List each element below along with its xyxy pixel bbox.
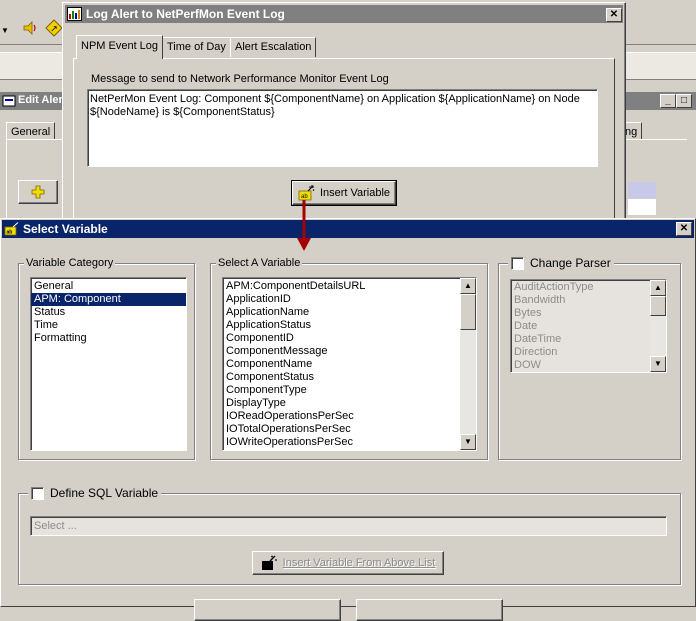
parser-item[interactable]: Bandwidth [511, 294, 648, 307]
sql-select-field[interactable]: Select ... [30, 516, 667, 536]
edit-alert-title: Edit Aler [18, 94, 63, 106]
parser-item[interactable]: DOW [511, 359, 648, 372]
variable-item[interactable]: ApplicationID [223, 293, 458, 306]
bg-selected-row [628, 182, 656, 198]
variable-list-items: APM:ComponentDetailsURL ApplicationID Appl… [223, 280, 458, 449]
variable-item[interactable]: ComponentName [223, 358, 458, 371]
parser-list-items: AuditActionType Bandwidth Bytes Date DateTim… [511, 281, 648, 372]
red-arrow-annotation [297, 200, 311, 251]
tab-alert-escalation-label: Alert Escalation [235, 41, 312, 53]
add-button[interactable] [18, 180, 58, 204]
change-parser-checkbox[interactable] [511, 256, 524, 270]
category-item[interactable]: Status [31, 306, 186, 319]
minimize-button[interactable]: _ [660, 94, 676, 108]
maximize-button[interactable]: □ [676, 94, 692, 108]
speaker-icon[interactable] [22, 20, 38, 36]
define-sql-label: Define SQL Variable [50, 486, 159, 500]
category-item[interactable]: General [31, 280, 186, 293]
variable-list[interactable]: APM:ComponentDetailsURL ApplicationID Appl… [222, 277, 477, 451]
netperfmon-app-icon [67, 7, 82, 21]
define-sql-checkbox-row[interactable]: Define SQL Variable [28, 486, 162, 500]
sql-select-placeholder: Select ... [34, 520, 77, 532]
variable-item[interactable]: IOTotalOperationsPerSec [223, 423, 458, 436]
log-alert-title: Log Alert to NetPerfMon Event Log [86, 7, 285, 21]
bg-tab-general-label: General [11, 126, 51, 138]
select-variable-close-button[interactable]: ✕ [676, 222, 692, 236]
select-variable-dialog: ab Select Variable ✕ Variable Category G… [0, 218, 696, 621]
category-item[interactable]: Time [31, 319, 186, 332]
select-variable-titlebar: ab Select Variable ✕ [2, 220, 694, 238]
insert-variable-from-list-icon [261, 555, 277, 570]
variable-item[interactable]: APM:ComponentDetailsURL [223, 280, 458, 293]
select-a-variable-label: Select A Variable [216, 257, 303, 269]
variable-item[interactable]: IOReadOperationsPerSec [223, 410, 458, 423]
select-variable-title: Select Variable [23, 222, 108, 236]
parser-item[interactable]: Direction [511, 346, 648, 359]
variable-list-scrollbar[interactable]: ▲ ▼ [460, 278, 476, 450]
scroll-up-arrow-icon[interactable]: ▲ [460, 278, 476, 294]
warning-diamond-icon[interactable]: ↗ [45, 19, 63, 37]
variable-item[interactable]: ComponentID [223, 332, 458, 345]
variable-category-label: Variable Category [24, 257, 116, 269]
parser-item[interactable]: AuditActionType [511, 281, 648, 294]
select-a-variable-group: Select A Variable APM:ComponentDetailsUR… [210, 257, 488, 460]
tab-npm-event-log-label: NPM Event Log [81, 40, 159, 52]
category-item[interactable]: APM: Component [31, 293, 186, 306]
variable-item[interactable]: DisplayType [223, 397, 458, 410]
tab-npm-event-log[interactable]: NPM Event Log [76, 35, 164, 59]
variable-item[interactable]: ApplicationName [223, 306, 458, 319]
category-item[interactable]: Formatting [31, 332, 186, 345]
change-parser-group: Change Parser AuditActionType Bandwidth By… [498, 256, 681, 460]
define-sql-checkbox[interactable] [31, 486, 44, 500]
change-parser-checkbox-row[interactable]: Change Parser [508, 256, 614, 270]
edit-alert-app-icon [2, 95, 16, 107]
log-alert-close-button[interactable]: ✕ [606, 8, 622, 22]
parser-item[interactable]: Date [511, 320, 648, 333]
insert-variable-from-list-label: Insert Variable From Above List [282, 557, 436, 569]
parser-scroll-up-arrow-icon[interactable]: ▲ [650, 280, 666, 296]
bg-tab-general[interactable]: General [6, 122, 56, 140]
insert-variable-icon: ab [298, 185, 315, 201]
variable-category-group: Variable Category General APM: Component S… [18, 257, 195, 460]
select-variable-app-icon: ab [4, 222, 19, 236]
variable-item[interactable]: ApplicationStatus [223, 319, 458, 332]
message-textarea[interactable]: NetPerMon Event Log: Component ${Compone… [87, 89, 598, 167]
define-sql-group: Define SQL Variable Select ... Insert Va… [18, 486, 681, 585]
insert-variable-label: Insert Variable [319, 187, 391, 199]
bg-tab-right-label: ng [625, 126, 638, 138]
parser-scroll-thumb[interactable] [650, 296, 666, 316]
dropdown-arrow-icon[interactable]: ▼ [1, 26, 9, 35]
bg-white-row [628, 199, 656, 215]
log-alert-dialog: Log Alert to NetPerfMon Event Log ✕ NPM … [62, 2, 626, 220]
parser-list[interactable]: AuditActionType Bandwidth Bytes Date DateTim… [510, 279, 667, 373]
parser-list-scrollbar[interactable]: ▲ ▼ [650, 280, 666, 372]
cancel-button[interactable] [356, 599, 503, 621]
tab-time-of-day[interactable]: Time of Day [162, 37, 231, 57]
tab-time-of-day-label: Time of Day [167, 41, 226, 53]
insert-variable-from-list-button[interactable]: Insert Variable From Above List [252, 551, 444, 575]
parser-item[interactable]: DateTime [511, 333, 648, 346]
variable-item[interactable]: ComponentType [223, 384, 458, 397]
change-parser-label: Change Parser [530, 256, 611, 270]
ok-button[interactable] [194, 599, 341, 621]
variable-item[interactable]: ComponentMessage [223, 345, 458, 358]
variable-category-list[interactable]: General APM: Component Status Time Formattin… [30, 277, 187, 451]
scroll-thumb[interactable] [460, 294, 476, 330]
message-label: Message to send to Network Performance M… [91, 73, 389, 85]
message-text: NetPerMon Event Log: Component ${Compone… [90, 93, 580, 118]
scroll-down-arrow-icon[interactable]: ▼ [460, 434, 476, 450]
variable-item[interactable]: ComponentStatus [223, 371, 458, 384]
plus-icon [31, 185, 45, 199]
parser-item[interactable]: Bytes [511, 307, 648, 320]
log-alert-titlebar: Log Alert to NetPerfMon Event Log ✕ [65, 5, 623, 23]
tab-alert-escalation[interactable]: Alert Escalation [230, 37, 317, 57]
svg-text:↗: ↗ [50, 24, 58, 34]
svg-text:ab: ab [7, 230, 13, 236]
parser-scroll-down-arrow-icon[interactable]: ▼ [650, 356, 666, 372]
variable-item[interactable]: IOWriteOperationsPerSec [223, 436, 458, 449]
